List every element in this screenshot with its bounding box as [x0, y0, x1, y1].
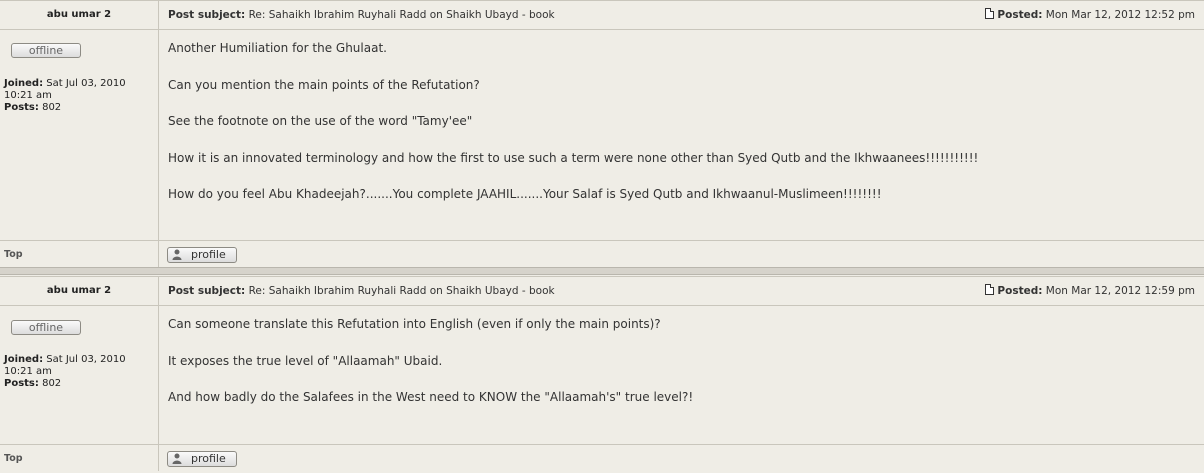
document-icon[interactable]: [985, 8, 995, 19]
post-body-row: offline Joined: Sat Jul 03, 2010 10:21 a…: [0, 30, 1204, 240]
post-paragraph: How do you feel Abu Khadeejah?.......You…: [168, 187, 882, 201]
post-author[interactable]: abu umar 2: [0, 1, 158, 29]
joined-label: Joined:: [4, 78, 44, 89]
post-subject-text[interactable]: Re: Sahaikh Ibrahim Ruyhali Radd on Shai…: [249, 9, 555, 21]
post-subject-label: Post subject:: [168, 285, 246, 297]
author-profile: offline Joined: Sat Jul 03, 2010 10:21 a…: [0, 306, 159, 444]
post-header: abu umar 2 Post subject: Re: Sahaikh Ibr…: [0, 1, 1204, 30]
post-paragraph: Can someone translate this Refutation in…: [168, 317, 661, 331]
post-paragraph: How it is an innovated terminology and h…: [168, 150, 979, 165]
posted-date: Mon Mar 12, 2012 12:59 pm: [1045, 285, 1195, 297]
top-link[interactable]: Top: [0, 241, 158, 269]
user-icon: [172, 453, 182, 464]
post-paragraph: It exposes the true level of "Allaamah" …: [168, 353, 443, 368]
post-subject-label: Post subject:: [168, 9, 246, 21]
post-date: Posted: Mon Mar 12, 2012 12:52 pm: [985, 1, 1195, 29]
posted-label: Posted:: [997, 9, 1043, 21]
status-badge: offline: [11, 320, 81, 335]
profile-button[interactable]: profile: [167, 451, 237, 467]
post-header: abu umar 2 Post subject: Re: Sahaikh Ibr…: [0, 277, 1204, 306]
joined-time: 10:21 am: [4, 366, 52, 377]
posts-count: 802: [42, 102, 62, 113]
post-author[interactable]: abu umar 2: [0, 277, 158, 305]
post-paragraph: And how badly do the Salafees in the Wes…: [168, 390, 694, 404]
profile-button[interactable]: profile: [167, 247, 237, 263]
post-divider: [0, 267, 1204, 275]
user-icon: [172, 249, 182, 260]
post-1: abu umar 2 Post subject: Re: Sahaikh Ibr…: [0, 0, 1204, 269]
post-body-row: offline Joined: Sat Jul 03, 2010 10:21 a…: [0, 306, 1204, 444]
post-footer: Top profile: [0, 240, 1204, 269]
posts-label: Posts:: [4, 102, 39, 113]
joined-date: Sat Jul 03, 2010: [46, 354, 126, 365]
profile-label: profile: [191, 248, 226, 261]
posts-count: 802: [42, 378, 62, 389]
post-paragraph: Can you mention the main points of the R…: [168, 77, 480, 92]
joined-date: Sat Jul 03, 2010: [46, 78, 126, 89]
post-body: Can someone translate this Refutation in…: [168, 314, 693, 424]
post-subject-text[interactable]: Re: Sahaikh Ibrahim Ruyhali Radd on Shai…: [249, 285, 555, 297]
author-profile: offline Joined: Sat Jul 03, 2010 10:21 a…: [0, 30, 159, 240]
joined-time: 10:21 am: [4, 90, 52, 101]
author-meta: Joined: Sat Jul 03, 2010 10:21 am Posts:…: [4, 354, 154, 390]
status-badge: offline: [11, 43, 81, 58]
joined-label: Joined:: [4, 354, 44, 365]
post-paragraph: See the footnote on the use of the word …: [168, 114, 473, 128]
author-meta: Joined: Sat Jul 03, 2010 10:21 am Posts:…: [4, 78, 154, 114]
post-2: abu umar 2 Post subject: Re: Sahaikh Ibr…: [0, 276, 1204, 471]
profile-label: profile: [191, 452, 226, 465]
posts-label: Posts:: [4, 378, 39, 389]
posted-label: Posted:: [997, 285, 1043, 297]
document-icon[interactable]: [985, 284, 995, 295]
posted-date: Mon Mar 12, 2012 12:52 pm: [1045, 9, 1195, 21]
post-body: Another Humiliation for the Ghulaat. Can…: [168, 38, 978, 221]
post-date: Posted: Mon Mar 12, 2012 12:59 pm: [985, 277, 1195, 305]
post-paragraph: Another Humiliation for the Ghulaat.: [168, 41, 387, 55]
